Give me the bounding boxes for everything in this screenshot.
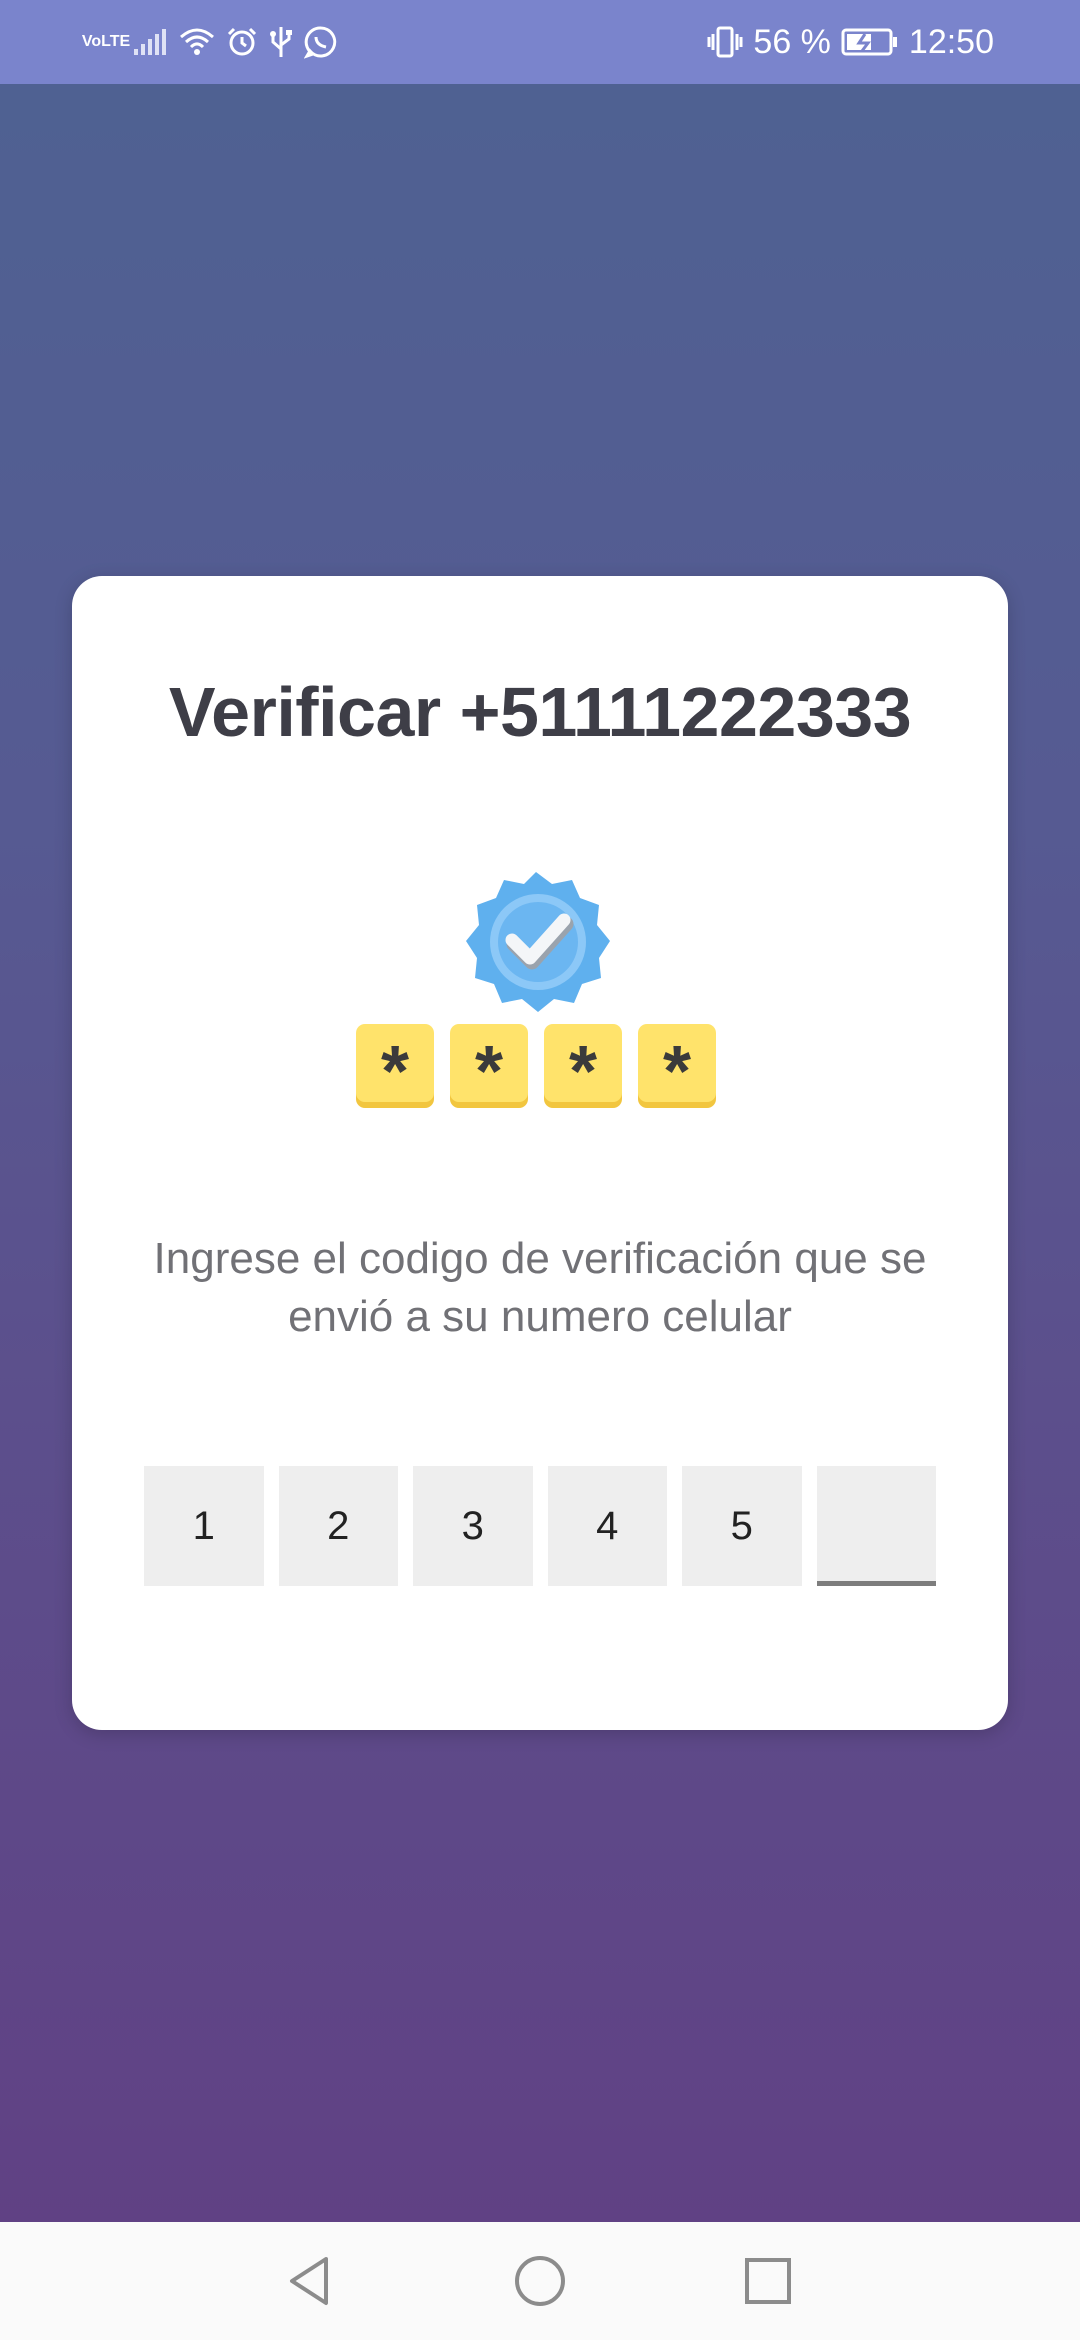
verification-illustration: * * * * — [356, 872, 726, 1118]
whatsapp-icon — [304, 25, 338, 59]
recents-icon[interactable] — [738, 2251, 798, 2311]
back-icon[interactable] — [280, 2251, 340, 2311]
wifi-icon — [178, 27, 216, 57]
verification-code-input: 1 2 3 4 5 — [144, 1466, 936, 1586]
code-digit-box-1[interactable]: 1 — [144, 1466, 264, 1586]
volte-icon: Vo LTE — [82, 34, 130, 50]
clock-time: 12:50 — [908, 22, 994, 61]
volte-bottom-label: LTE — [101, 33, 131, 50]
signal-icon — [132, 27, 168, 57]
status-right-icons: 56 % 12:50 — [707, 0, 994, 84]
status-bar: Vo LTE 56 % 12:50 — [0, 0, 1080, 84]
tile-asterisk: * — [662, 1032, 692, 1112]
instruction-text: Ingrese el codigo de verificación que se… — [153, 1234, 927, 1341]
vibrate-icon — [707, 25, 743, 59]
status-left-icons: Vo LTE — [82, 0, 338, 84]
tile-asterisk: * — [568, 1032, 598, 1112]
alarm-icon — [226, 26, 258, 58]
code-digit-box-4[interactable]: 4 — [547, 1466, 667, 1586]
volte-top-label: Vo — [81, 33, 102, 50]
code-digit-box-6[interactable] — [816, 1466, 936, 1586]
tile-asterisk: * — [380, 1032, 410, 1112]
system-navigation-bar — [0, 2222, 1080, 2340]
tile-asterisks: * * * * — [356, 1022, 726, 1112]
home-icon[interactable] — [510, 2251, 570, 2311]
code-digit-box-2[interactable]: 2 — [278, 1466, 398, 1586]
tile-asterisk: * — [474, 1032, 504, 1112]
verification-card: Verificar +51111222333 * * * * Ingrese e… — [72, 576, 1008, 1730]
code-digit-box-5[interactable]: 5 — [682, 1466, 802, 1586]
page-title: Verificar +51111222333 — [168, 673, 912, 751]
battery-charging-icon — [841, 27, 899, 57]
code-digit-box-3[interactable]: 3 — [413, 1466, 533, 1586]
usb-icon — [268, 25, 294, 59]
verified-check-icon — [466, 872, 610, 1012]
battery-percent: 56 % — [753, 22, 831, 61]
